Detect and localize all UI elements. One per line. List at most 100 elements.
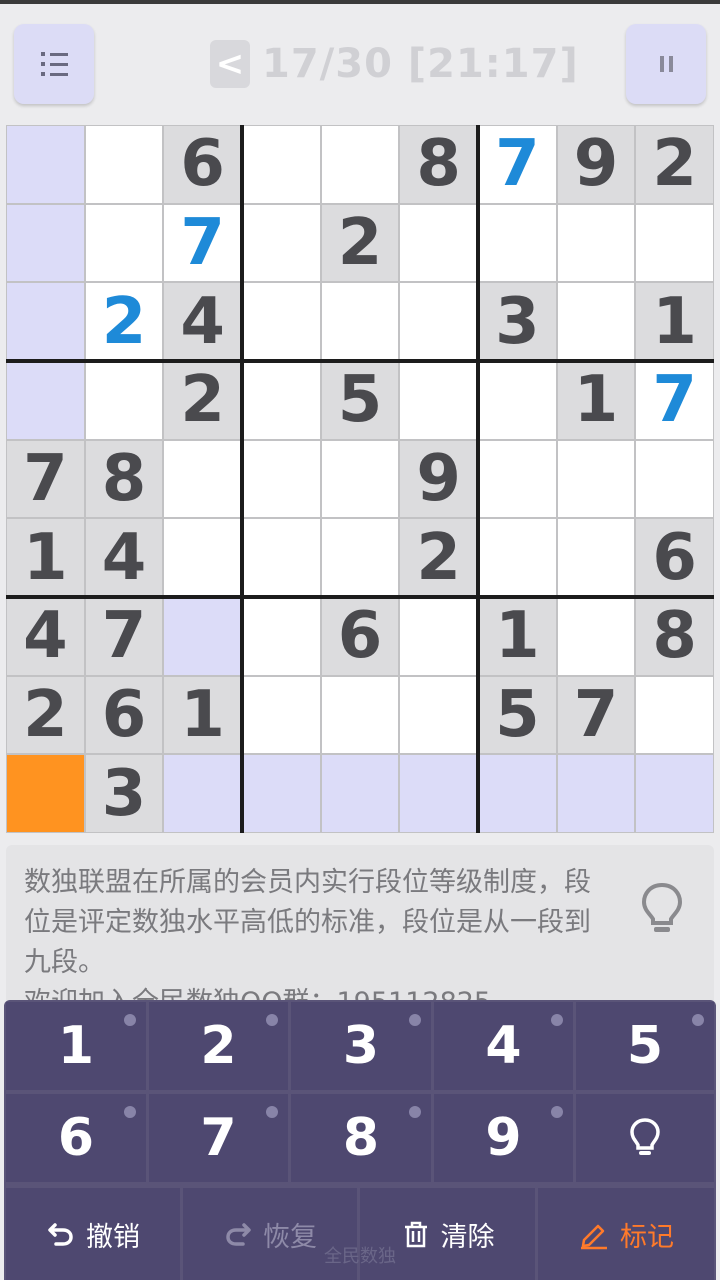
sudoku-cell-r8-c3[interactable]: 1: [164, 676, 241, 754]
sudoku-cell-r5-c2[interactable]: 8: [85, 440, 163, 518]
sudoku-cell-r5-c3[interactable]: [164, 440, 241, 518]
sudoku-cell-r9-c6[interactable]: [400, 755, 477, 832]
sudoku-cell-r7-c2[interactable]: 7: [85, 598, 163, 675]
sudoku-cell-r1-c2[interactable]: [85, 126, 163, 203]
pause-button[interactable]: [626, 24, 706, 104]
sudoku-cell-r2-c1[interactable]: [7, 204, 84, 282]
sudoku-cell-r8-c7[interactable]: 5: [479, 676, 556, 754]
key-6[interactable]: 6: [6, 1094, 146, 1182]
hint-key[interactable]: [576, 1094, 714, 1182]
sudoku-cell-r6-c1[interactable]: 1: [7, 519, 84, 596]
sudoku-cell-r4-c9[interactable]: 7: [636, 362, 713, 439]
key-8[interactable]: 8: [291, 1094, 431, 1182]
sudoku-cell-r9-c4[interactable]: [243, 755, 320, 832]
sudoku-cell-r3-c9[interactable]: 1: [636, 283, 713, 360]
sudoku-cell-r9-c7[interactable]: [479, 755, 556, 832]
sudoku-cell-r4-c1[interactable]: [7, 362, 84, 439]
sudoku-cell-r4-c2[interactable]: [85, 362, 163, 439]
key-9[interactable]: 9: [434, 1094, 573, 1182]
sudoku-cell-r3-c1[interactable]: [7, 283, 84, 360]
sudoku-cell-r8-c1[interactable]: 2: [7, 676, 84, 754]
sudoku-cell-r5-c9[interactable]: [636, 440, 713, 518]
sudoku-cell-r9-c8[interactable]: [557, 755, 635, 832]
sudoku-cell-r9-c1[interactable]: [7, 755, 84, 832]
sudoku-cell-r9-c5[interactable]: [321, 755, 399, 832]
sudoku-cell-r8-c2[interactable]: 6: [85, 676, 163, 754]
sudoku-cell-r4-c3[interactable]: 2: [164, 362, 241, 439]
sudoku-cell-r7-c4[interactable]: [243, 598, 320, 675]
sudoku-cell-r1-c5[interactable]: [321, 126, 399, 203]
sudoku-cell-r6-c3[interactable]: [164, 519, 241, 596]
sudoku-cell-r5-c6[interactable]: 9: [400, 440, 477, 518]
sudoku-cell-r5-c8[interactable]: [557, 440, 635, 518]
sudoku-cell-r7-c7[interactable]: 1: [479, 598, 556, 675]
sudoku-cell-r3-c2[interactable]: 2: [85, 283, 163, 360]
sudoku-cell-r6-c6[interactable]: 2: [400, 519, 477, 596]
lightbulb-icon[interactable]: [636, 881, 688, 937]
sudoku-cell-r7-c6[interactable]: [400, 598, 477, 675]
sudoku-cell-r9-c2[interactable]: 3: [85, 755, 163, 832]
sudoku-cell-r1-c8[interactable]: 9: [557, 126, 635, 203]
sudoku-cell-r6-c5[interactable]: [321, 519, 399, 596]
sudoku-cell-r8-c4[interactable]: [243, 676, 320, 754]
prev-level-button[interactable]: <: [210, 40, 250, 88]
sudoku-cell-r1-c3[interactable]: 6: [164, 126, 241, 203]
key-1[interactable]: 1: [6, 1002, 146, 1090]
sudoku-cell-r2-c8[interactable]: [557, 204, 635, 282]
sudoku-cell-r9-c3[interactable]: [164, 755, 241, 832]
sudoku-cell-r6-c4[interactable]: [243, 519, 320, 596]
key-2[interactable]: 2: [149, 1002, 288, 1090]
sudoku-cell-r4-c6[interactable]: [400, 362, 477, 439]
sudoku-cell-r2-c5[interactable]: 2: [321, 204, 399, 282]
box-divider-horizontal: [6, 595, 714, 599]
key-5[interactable]: 5: [576, 1002, 714, 1090]
sudoku-cell-r7-c9[interactable]: 8: [636, 598, 713, 675]
sudoku-cell-r6-c7[interactable]: [479, 519, 556, 596]
sudoku-cell-r3-c8[interactable]: [557, 283, 635, 360]
sudoku-cell-r4-c7[interactable]: [479, 362, 556, 439]
key-3[interactable]: 3: [291, 1002, 431, 1090]
sudoku-cell-r7-c3[interactable]: [164, 598, 241, 675]
menu-button[interactable]: [14, 24, 94, 104]
sudoku-cell-r3-c4[interactable]: [243, 283, 320, 360]
sudoku-cell-r5-c4[interactable]: [243, 440, 320, 518]
sudoku-cell-r6-c2[interactable]: 4: [85, 519, 163, 596]
sudoku-cell-r1-c9[interactable]: 2: [636, 126, 713, 203]
box-divider-vertical: [476, 125, 480, 833]
sudoku-cell-r4-c8[interactable]: 1: [557, 362, 635, 439]
sudoku-cell-r3-c6[interactable]: [400, 283, 477, 360]
sudoku-cell-r7-c5[interactable]: 6: [321, 598, 399, 675]
sudoku-cell-r2-c3[interactable]: 7: [164, 204, 241, 282]
sudoku-cell-r2-c2[interactable]: [85, 204, 163, 282]
box-divider-horizontal: [6, 359, 714, 363]
sudoku-cell-r2-c6[interactable]: [400, 204, 477, 282]
sudoku-cell-r8-c5[interactable]: [321, 676, 399, 754]
sudoku-cell-r7-c1[interactable]: 4: [7, 598, 84, 675]
sudoku-cell-r5-c1[interactable]: 7: [7, 440, 84, 518]
sudoku-cell-r1-c1[interactable]: [7, 126, 84, 203]
sudoku-cell-r8-c6[interactable]: [400, 676, 477, 754]
key-4[interactable]: 4: [434, 1002, 573, 1090]
sudoku-cell-r8-c8[interactable]: 7: [557, 676, 635, 754]
sudoku-cell-r2-c9[interactable]: [636, 204, 713, 282]
sudoku-cell-r1-c7[interactable]: 7: [479, 126, 556, 203]
sudoku-cell-r3-c3[interactable]: 4: [164, 283, 241, 360]
sudoku-cell-r4-c4[interactable]: [243, 362, 320, 439]
sudoku-cell-r4-c5[interactable]: 5: [321, 362, 399, 439]
sudoku-cell-r5-c7[interactable]: [479, 440, 556, 518]
key-7[interactable]: 7: [149, 1094, 288, 1182]
sudoku-cell-r5-c5[interactable]: [321, 440, 399, 518]
sudoku-cell-r7-c8[interactable]: [557, 598, 635, 675]
lightbulb-icon: [630, 1118, 660, 1155]
level-timer-title: 17/30 [21:17]: [262, 41, 579, 87]
sudoku-cell-r3-c5[interactable]: [321, 283, 399, 360]
sudoku-cell-r6-c8[interactable]: [557, 519, 635, 596]
sudoku-cell-r2-c7[interactable]: [479, 204, 556, 282]
sudoku-cell-r2-c4[interactable]: [243, 204, 320, 282]
sudoku-cell-r6-c9[interactable]: 6: [636, 519, 713, 596]
sudoku-cell-r3-c7[interactable]: 3: [479, 283, 556, 360]
sudoku-cell-r1-c6[interactable]: 8: [400, 126, 477, 203]
sudoku-cell-r9-c9[interactable]: [636, 755, 713, 832]
sudoku-cell-r1-c4[interactable]: [243, 126, 320, 203]
sudoku-cell-r8-c9[interactable]: [636, 676, 713, 754]
